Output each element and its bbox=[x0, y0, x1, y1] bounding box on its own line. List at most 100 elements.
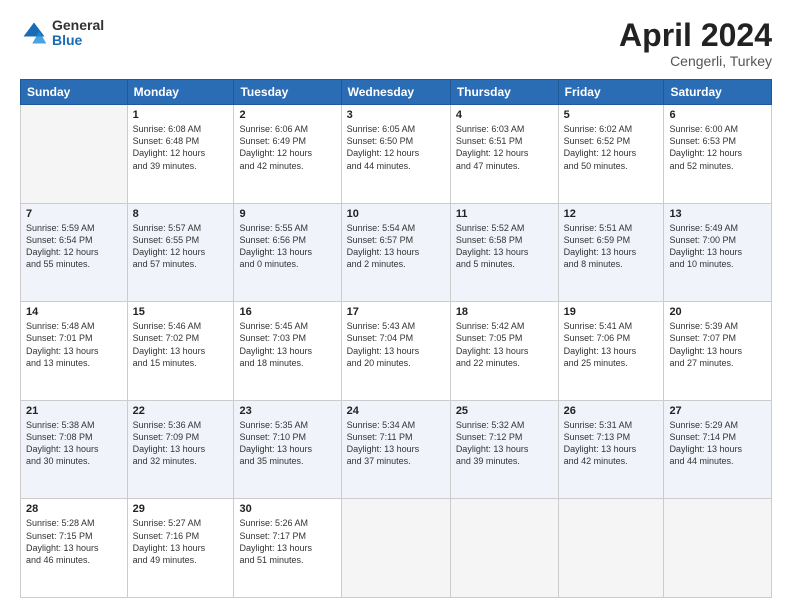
table-cell: 2 Sunrise: 6:06 AM Sunset: 6:49 PM Daylig… bbox=[234, 105, 341, 204]
page: General Blue April 2024 Cengerli, Turkey… bbox=[0, 0, 792, 612]
cell-info: Sunrise: 6:06 AM Sunset: 6:49 PM Dayligh… bbox=[239, 123, 335, 172]
cell-info: Sunrise: 5:26 AM Sunset: 7:17 PM Dayligh… bbox=[239, 517, 335, 566]
table-row: 7Sunrise: 5:59 AM Sunset: 6:54 PM Daylig… bbox=[21, 203, 772, 302]
cell-date: 10 bbox=[347, 208, 445, 220]
col-thursday: Thursday bbox=[450, 80, 558, 105]
col-tuesday: Tuesday bbox=[234, 80, 341, 105]
table-cell: 5 Sunrise: 6:02 AM Sunset: 6:52 PM Daylig… bbox=[558, 105, 664, 204]
table-row: 21 Sunrise: 5:38 AM Sunset: 7:08 PM Dayli… bbox=[21, 400, 772, 499]
cell-info: Sunrise: 6:00 AM Sunset: 6:53 PM Dayligh… bbox=[669, 123, 766, 172]
cell-date: 5 bbox=[564, 109, 659, 121]
cell-date: 15 bbox=[133, 306, 229, 318]
table-cell: 11 Sunrise: 5:52 AM Sunset: 6:58 PM Dayli… bbox=[450, 203, 558, 302]
logo-icon bbox=[20, 19, 48, 47]
cell-date: 2 bbox=[239, 109, 335, 121]
cell-info: Sunrise: 5:34 AM Sunset: 7:11 PM Dayligh… bbox=[347, 419, 445, 468]
cell-date: 8 bbox=[133, 208, 229, 220]
table-cell: 7Sunrise: 5:59 AM Sunset: 6:54 PM Daylig… bbox=[21, 203, 128, 302]
cell-info: Sunrise: 5:29 AM Sunset: 7:14 PM Dayligh… bbox=[669, 419, 766, 468]
table-cell: 10 Sunrise: 5:54 AM Sunset: 6:57 PM Dayli… bbox=[341, 203, 450, 302]
cell-date: 24 bbox=[347, 405, 445, 417]
col-friday: Friday bbox=[558, 80, 664, 105]
calendar-table: Sunday Monday Tuesday Wednesday Thursday… bbox=[20, 79, 772, 598]
table-row: 28Sunrise: 5:28 AM Sunset: 7:15 PM Dayli… bbox=[21, 499, 772, 598]
col-sunday: Sunday bbox=[21, 80, 128, 105]
cell-date: 4 bbox=[456, 109, 553, 121]
cell-date: 13 bbox=[669, 208, 766, 220]
cell-date: 25 bbox=[456, 405, 553, 417]
cell-info: Sunrise: 6:08 AM Sunset: 6:48 PM Dayligh… bbox=[133, 123, 229, 172]
table-cell: 25 Sunrise: 5:32 AM Sunset: 7:12 PM Dayli… bbox=[450, 400, 558, 499]
table-cell: 8Sunrise: 5:57 AM Sunset: 6:55 PM Daylig… bbox=[127, 203, 234, 302]
cell-date: 16 bbox=[239, 306, 335, 318]
cell-date: 14 bbox=[26, 306, 122, 318]
cell-info: Sunrise: 5:54 AM Sunset: 6:57 PM Dayligh… bbox=[347, 222, 445, 271]
cell-date: 23 bbox=[239, 405, 335, 417]
col-saturday: Saturday bbox=[664, 80, 772, 105]
cell-info: Sunrise: 5:28 AM Sunset: 7:15 PM Dayligh… bbox=[26, 517, 122, 566]
cell-date: 21 bbox=[26, 405, 122, 417]
col-wednesday: Wednesday bbox=[341, 80, 450, 105]
table-cell: 12 Sunrise: 5:51 AM Sunset: 6:59 PM Dayli… bbox=[558, 203, 664, 302]
table-cell: 24 Sunrise: 5:34 AM Sunset: 7:11 PM Dayli… bbox=[341, 400, 450, 499]
logo-text: General Blue bbox=[52, 18, 104, 49]
cell-info: Sunrise: 5:51 AM Sunset: 6:59 PM Dayligh… bbox=[564, 222, 659, 271]
table-cell: 6Sunrise: 6:00 AM Sunset: 6:53 PM Daylig… bbox=[664, 105, 772, 204]
title-month: April 2024 bbox=[619, 18, 772, 53]
cell-date: 22 bbox=[133, 405, 229, 417]
table-cell: 29Sunrise: 5:27 AM Sunset: 7:16 PM Dayli… bbox=[127, 499, 234, 598]
logo: General Blue bbox=[20, 18, 104, 49]
cell-date: 1 bbox=[133, 109, 229, 121]
cell-info: Sunrise: 5:49 AM Sunset: 7:00 PM Dayligh… bbox=[669, 222, 766, 271]
cell-info: Sunrise: 5:59 AM Sunset: 6:54 PM Dayligh… bbox=[26, 222, 122, 271]
header: General Blue April 2024 Cengerli, Turkey bbox=[20, 18, 772, 69]
cell-date: 11 bbox=[456, 208, 553, 220]
table-cell: 18Sunrise: 5:42 AM Sunset: 7:05 PM Dayli… bbox=[450, 302, 558, 401]
table-cell: 16 Sunrise: 5:45 AM Sunset: 7:03 PM Dayli… bbox=[234, 302, 341, 401]
table-cell: 20Sunrise: 5:39 AM Sunset: 7:07 PM Dayli… bbox=[664, 302, 772, 401]
cell-info: Sunrise: 5:35 AM Sunset: 7:10 PM Dayligh… bbox=[239, 419, 335, 468]
table-cell bbox=[558, 499, 664, 598]
table-row: 14 Sunrise: 5:48 AM Sunset: 7:01 PM Dayli… bbox=[21, 302, 772, 401]
col-monday: Monday bbox=[127, 80, 234, 105]
table-cell: 9Sunrise: 5:55 AM Sunset: 6:56 PM Daylig… bbox=[234, 203, 341, 302]
cell-info: Sunrise: 5:48 AM Sunset: 7:01 PM Dayligh… bbox=[26, 320, 122, 369]
cell-info: Sunrise: 6:02 AM Sunset: 6:52 PM Dayligh… bbox=[564, 123, 659, 172]
cell-info: Sunrise: 6:03 AM Sunset: 6:51 PM Dayligh… bbox=[456, 123, 553, 172]
cell-info: Sunrise: 5:36 AM Sunset: 7:09 PM Dayligh… bbox=[133, 419, 229, 468]
table-cell: 26Sunrise: 5:31 AM Sunset: 7:13 PM Dayli… bbox=[558, 400, 664, 499]
cell-date: 12 bbox=[564, 208, 659, 220]
table-cell: 22 Sunrise: 5:36 AM Sunset: 7:09 PM Dayli… bbox=[127, 400, 234, 499]
cell-info: Sunrise: 5:32 AM Sunset: 7:12 PM Dayligh… bbox=[456, 419, 553, 468]
table-cell bbox=[21, 105, 128, 204]
table-cell: 23 Sunrise: 5:35 AM Sunset: 7:10 PM Dayli… bbox=[234, 400, 341, 499]
table-row: 1 Sunrise: 6:08 AM Sunset: 6:48 PM Daylig… bbox=[21, 105, 772, 204]
cell-info: Sunrise: 6:05 AM Sunset: 6:50 PM Dayligh… bbox=[347, 123, 445, 172]
title-section: April 2024 Cengerli, Turkey bbox=[619, 18, 772, 69]
logo-blue: Blue bbox=[52, 33, 104, 48]
cell-date: 3 bbox=[347, 109, 445, 121]
cell-info: Sunrise: 5:45 AM Sunset: 7:03 PM Dayligh… bbox=[239, 320, 335, 369]
table-cell: 30Sunrise: 5:26 AM Sunset: 7:17 PM Dayli… bbox=[234, 499, 341, 598]
header-row: Sunday Monday Tuesday Wednesday Thursday… bbox=[21, 80, 772, 105]
table-cell bbox=[341, 499, 450, 598]
table-cell: 3 Sunrise: 6:05 AM Sunset: 6:50 PM Daylig… bbox=[341, 105, 450, 204]
cell-info: Sunrise: 5:52 AM Sunset: 6:58 PM Dayligh… bbox=[456, 222, 553, 271]
table-cell bbox=[664, 499, 772, 598]
table-cell bbox=[450, 499, 558, 598]
cell-info: Sunrise: 5:55 AM Sunset: 6:56 PM Dayligh… bbox=[239, 222, 335, 271]
cell-date: 27 bbox=[669, 405, 766, 417]
logo-general: General bbox=[52, 18, 104, 33]
cell-info: Sunrise: 5:42 AM Sunset: 7:05 PM Dayligh… bbox=[456, 320, 553, 369]
cell-date: 19 bbox=[564, 306, 659, 318]
table-cell: 27 Sunrise: 5:29 AM Sunset: 7:14 PM Dayli… bbox=[664, 400, 772, 499]
table-cell: 1 Sunrise: 6:08 AM Sunset: 6:48 PM Daylig… bbox=[127, 105, 234, 204]
cell-info: Sunrise: 5:46 AM Sunset: 7:02 PM Dayligh… bbox=[133, 320, 229, 369]
table-cell: 21 Sunrise: 5:38 AM Sunset: 7:08 PM Dayli… bbox=[21, 400, 128, 499]
cell-info: Sunrise: 5:41 AM Sunset: 7:06 PM Dayligh… bbox=[564, 320, 659, 369]
title-location: Cengerli, Turkey bbox=[619, 53, 772, 69]
cell-info: Sunrise: 5:43 AM Sunset: 7:04 PM Dayligh… bbox=[347, 320, 445, 369]
table-cell: 14 Sunrise: 5:48 AM Sunset: 7:01 PM Dayli… bbox=[21, 302, 128, 401]
table-cell: 28Sunrise: 5:28 AM Sunset: 7:15 PM Dayli… bbox=[21, 499, 128, 598]
cell-info: Sunrise: 5:38 AM Sunset: 7:08 PM Dayligh… bbox=[26, 419, 122, 468]
